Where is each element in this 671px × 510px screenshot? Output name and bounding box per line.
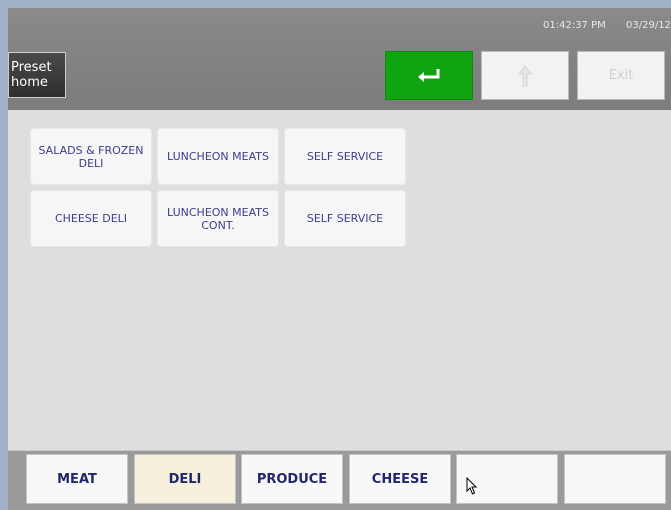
top-toolbar: 01:42:37 PM 03/29/12 Preset home Exit [8, 8, 671, 110]
app-window: 01:42:37 PM 03/29/12 Preset home Exit SA… [8, 8, 671, 510]
category-grid: SALADS & FROZEN DELI LUNCHEON MEATS SELF… [8, 110, 671, 450]
tab-produce[interactable]: PRODUCE [241, 454, 343, 504]
category-button-cheese-deli[interactable]: CHEESE DELI [31, 191, 151, 246]
tab-empty-6[interactable] [564, 454, 666, 504]
tab-cheese[interactable]: CHEESE [349, 454, 451, 504]
category-button-luncheon-meats-cont[interactable]: LUNCHEON MEATS CONT. [158, 191, 278, 246]
tab-deli[interactable]: DELI [134, 454, 236, 504]
up-arrow-icon [518, 64, 532, 86]
category-button-self-service-2[interactable]: SELF SERVICE [285, 191, 405, 246]
tab-meat[interactable]: MEAT [26, 454, 128, 504]
preset-label-line1: Preset [11, 60, 52, 75]
category-button-salads-frozen-deli[interactable]: SALADS & FROZEN DELI [31, 129, 151, 184]
enter-button[interactable] [385, 51, 473, 100]
category-button-luncheon-meats[interactable]: LUNCHEON MEATS [158, 129, 278, 184]
preset-home-button[interactable]: Preset home [8, 52, 66, 98]
clock-date: 03/29/12 [626, 20, 671, 31]
category-button-self-service[interactable]: SELF SERVICE [285, 129, 405, 184]
preset-label-line2: home [11, 75, 48, 90]
up-button[interactable] [481, 51, 569, 100]
department-tab-bar: MEAT DELI PRODUCE CHEESE [8, 450, 671, 510]
mouse-pointer-icon [466, 477, 478, 495]
clock-time: 01:42:37 PM [543, 20, 606, 31]
enter-arrow-icon [418, 68, 440, 82]
exit-button[interactable]: Exit [577, 51, 665, 100]
